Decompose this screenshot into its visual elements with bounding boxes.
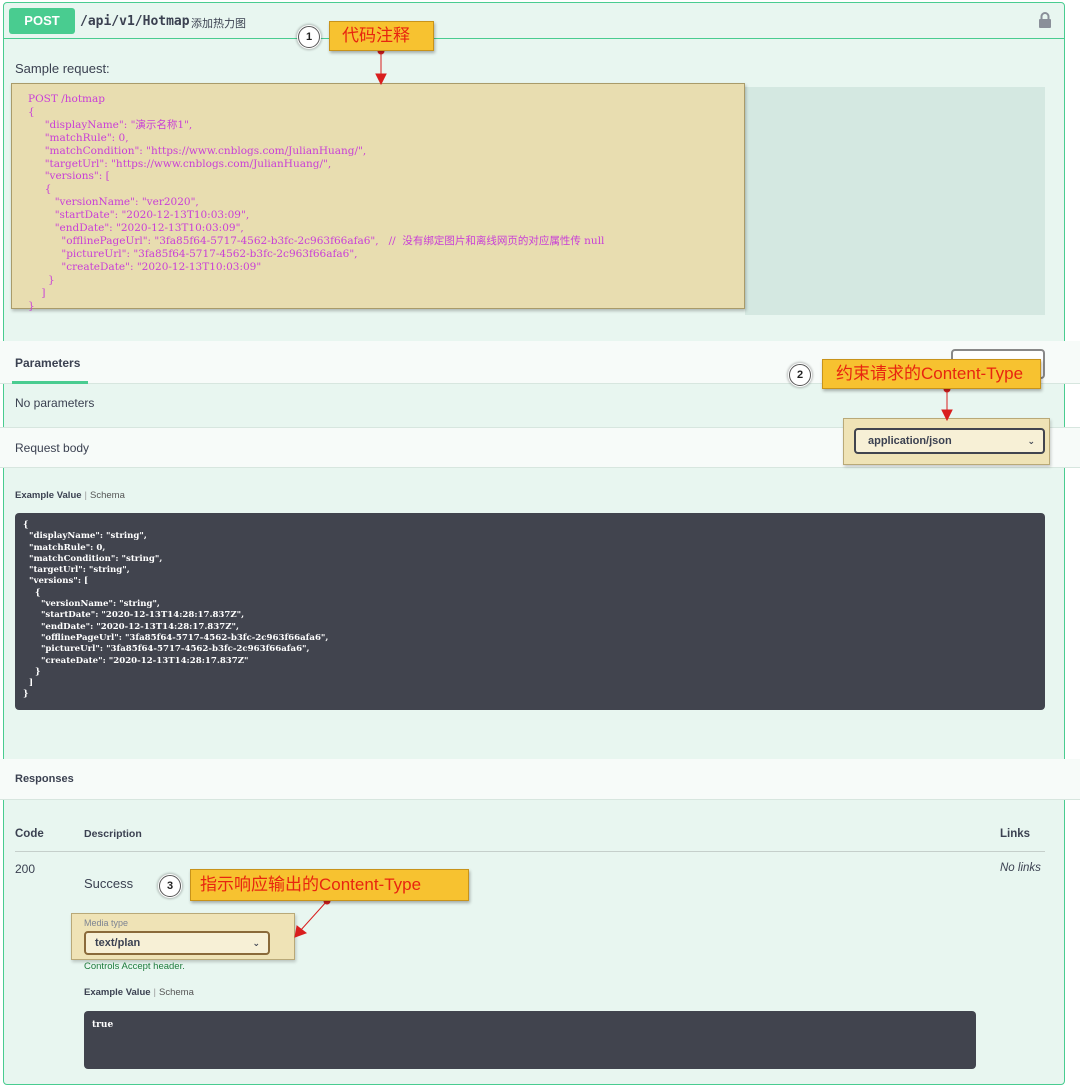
annotation-callout-3: 指示响应输出的Content-Type xyxy=(190,869,469,901)
tab-schema[interactable]: Schema xyxy=(90,490,125,501)
tab-schema[interactable]: Schema xyxy=(159,987,194,998)
tab-separator: | xyxy=(84,490,88,501)
response-links: No links xyxy=(1000,862,1041,874)
tab-example-value[interactable]: Example Value xyxy=(15,490,82,501)
column-header-description: Description xyxy=(84,828,142,840)
responses-title: Responses xyxy=(15,773,74,785)
no-parameters-text: No parameters xyxy=(15,396,95,410)
operation-summary[interactable]: POST /api/v1/Hotmap 添加热力图 xyxy=(4,3,1064,39)
request-example-tabs: Example Value | Schema xyxy=(15,490,125,501)
sample-request-label: Sample request: xyxy=(15,61,110,76)
response-media-type-value: text/plan xyxy=(95,937,141,949)
request-example-code: { "displayName": "string", "matchRule": … xyxy=(23,520,329,700)
response-example-tabs: Example Value | Schema xyxy=(84,987,194,998)
table-divider xyxy=(15,851,1045,852)
request-body-label: Request body xyxy=(15,441,90,455)
tab-separator: | xyxy=(153,987,157,998)
lock-icon[interactable] xyxy=(1038,11,1052,29)
column-header-code: Code xyxy=(15,828,44,840)
sample-request-code: POST /hotmap { "displayName": "演示名称1", "… xyxy=(28,93,605,312)
content-type-highlight: application/json ⌄ xyxy=(843,418,1050,465)
column-header-links: Links xyxy=(1000,828,1031,840)
response-code: 200 xyxy=(15,862,36,876)
response-example-code-block: true xyxy=(84,1011,976,1069)
annotation-number-1: 1 xyxy=(298,26,320,48)
response-media-type-select[interactable]: text/plan ⌄ xyxy=(84,931,270,955)
method-badge: POST xyxy=(9,8,75,34)
media-type-label: Media type xyxy=(84,918,129,928)
chevron-down-icon: ⌄ xyxy=(1027,436,1035,446)
sample-code-background xyxy=(745,87,1045,315)
request-example-code-block: { "displayName": "string", "matchRule": … xyxy=(15,513,1045,710)
annotation-number-2: 2 xyxy=(789,364,811,386)
tab-example-value[interactable]: Example Value xyxy=(84,987,151,998)
tab-active-indicator xyxy=(12,381,88,384)
request-content-type-value: application/json xyxy=(868,435,952,447)
annotation-callout-2: 约束请求的Content-Type xyxy=(822,359,1041,389)
response-description: Success xyxy=(84,876,134,891)
media-type-highlight: Media type text/plan ⌄ xyxy=(71,913,295,960)
responses-header: Responses xyxy=(0,759,1080,800)
request-content-type-select[interactable]: application/json ⌄ xyxy=(854,428,1045,454)
sample-request-highlight: POST /hotmap { "displayName": "演示名称1", "… xyxy=(11,83,745,312)
controls-accept-note: Controls Accept header. xyxy=(84,961,185,972)
annotation-number-3: 3 xyxy=(159,875,181,897)
operation-description: 添加热力图 xyxy=(191,18,246,30)
chevron-down-icon: ⌄ xyxy=(252,938,260,948)
operation-path: /api/v1/Hotmap xyxy=(80,14,190,29)
annotation-callout-1: 代码注释 xyxy=(329,21,434,51)
tab-parameters[interactable]: Parameters xyxy=(15,356,80,370)
response-example-code: true xyxy=(92,1020,114,1030)
